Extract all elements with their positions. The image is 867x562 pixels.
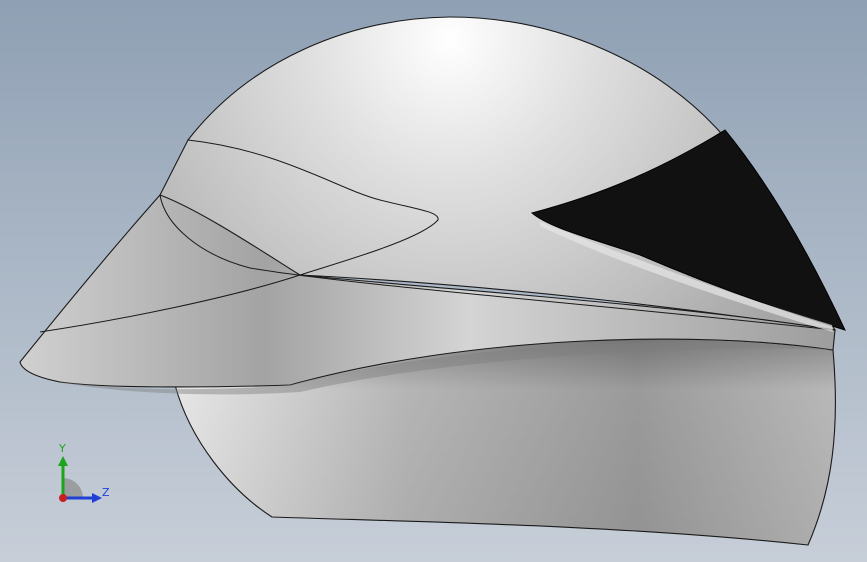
view-orientation-triad: Y Z [40,438,130,510]
triad-z-label: Z [102,486,110,499]
helmet-model[interactable] [0,0,867,562]
cad-viewport[interactable]: Y Z [0,0,867,562]
coordinate-triad-icon [58,456,102,503]
triad-y-label: Y [59,442,66,455]
